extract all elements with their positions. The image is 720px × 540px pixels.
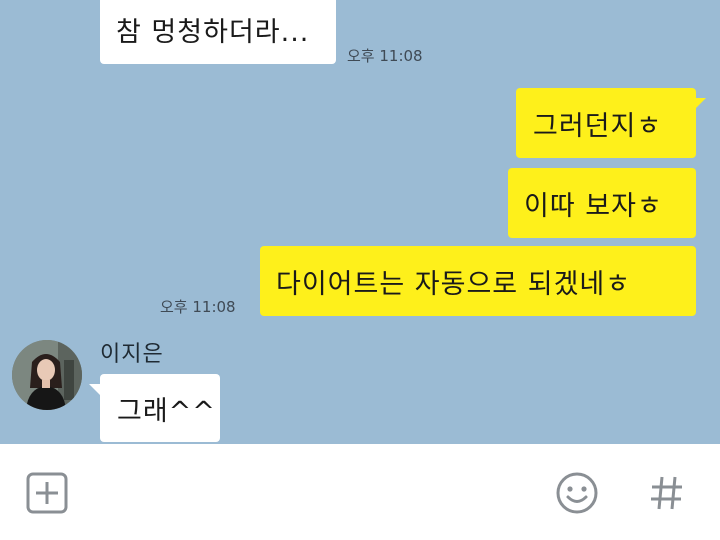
message-bubble-incoming[interactable]: 그래^^ [100, 374, 220, 442]
message-text: 그러던지ㅎ [533, 110, 663, 142]
profile-photo-icon [12, 340, 82, 410]
message-timestamp: 오후 11:08 [347, 47, 423, 65]
message-bubble-outgoing[interactable]: 다이어트는 자동으로 되겠네ㅎ [260, 246, 696, 316]
message-text: 이따 보자ㅎ [524, 190, 663, 222]
message-bubble-outgoing[interactable]: 그러던지ㅎ [516, 88, 696, 158]
avatar[interactable] [12, 340, 82, 410]
add-attachment-button[interactable] [24, 470, 70, 516]
input-bar [0, 444, 720, 540]
message-text: 참 멍청하더라... [116, 16, 310, 48]
emoji-button[interactable] [554, 470, 600, 516]
hashtag-search-button[interactable] [644, 470, 690, 516]
message-text: 그래^^ [117, 395, 216, 427]
hash-icon [651, 476, 682, 510]
chat-area[interactable]: 참 멍청하더라... 오후 11:08 그러던지ㅎ 이따 보자ㅎ 다이어트는 자… [0, 0, 720, 444]
message-bubble-outgoing[interactable]: 이따 보자ㅎ [508, 168, 696, 238]
plus-square-icon [26, 472, 68, 514]
message-timestamp: 오후 11:08 [160, 298, 236, 316]
emoji-icon [556, 472, 598, 514]
sender-name: 이지은 [100, 342, 164, 367]
message-text: 다이어트는 자동으로 되겠네ㅎ [276, 268, 632, 300]
bubble-tail [694, 98, 706, 110]
message-bubble-incoming[interactable]: 참 멍청하더라... [100, 0, 336, 64]
